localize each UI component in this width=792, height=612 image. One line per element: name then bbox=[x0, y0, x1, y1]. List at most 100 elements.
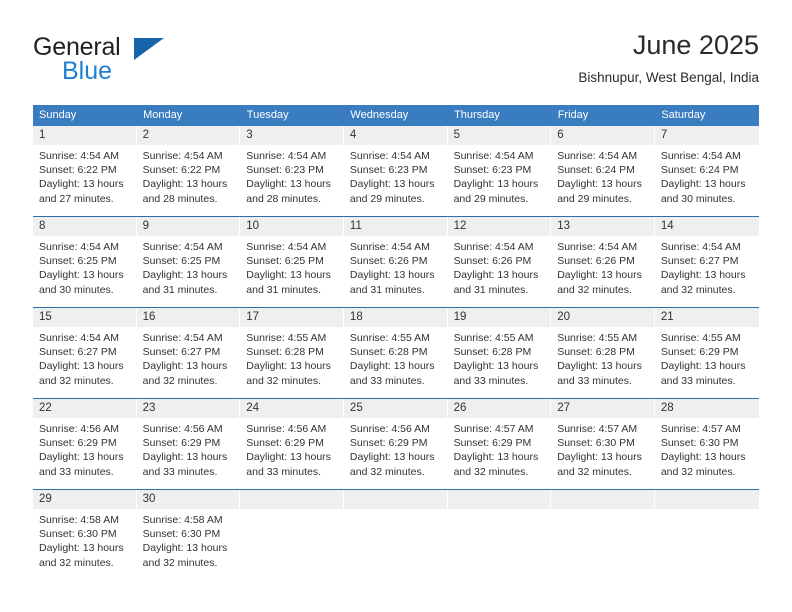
day-cell-content: 1 Sunrise: 4:54 AM Sunset: 6:22 PM Daylight… bbox=[33, 126, 137, 216]
calendar-day-cell[interactable]: 26 Sunrise: 4:57 AM Sunset: 6:29 PM Dayligh… bbox=[447, 398, 552, 490]
day-number: 18 bbox=[343, 308, 448, 327]
day-number: 10 bbox=[240, 217, 344, 236]
day-cell-content: 3 Sunrise: 4:54 AM Sunset: 6:23 PM Daylight… bbox=[240, 126, 344, 216]
day-number: 1 bbox=[33, 126, 137, 145]
calendar-day-cell[interactable] bbox=[551, 489, 655, 580]
sunrise-time: Sunrise: 4:55 AM bbox=[660, 332, 741, 344]
day-cell-content: 22 Sunrise: 4:56 AM Sunset: 6:29 PM Dayligh… bbox=[33, 399, 137, 489]
day-number: 29 bbox=[33, 490, 137, 509]
sunrise-time: Sunrise: 4:58 AM bbox=[39, 514, 119, 526]
day-cell-content: 27 Sunrise: 4:57 AM Sunset: 6:30 PM Dayligh… bbox=[551, 399, 655, 489]
daylight-duration-line1: Daylight: 13 hours bbox=[246, 451, 331, 464]
calendar-day-cell[interactable] bbox=[343, 489, 448, 580]
day-cell-content: 19 Sunrise: 4:55 AM Sunset: 6:28 PM Dayligh… bbox=[447, 308, 552, 398]
day-number: 2 bbox=[136, 126, 241, 145]
daylight-duration-line2: and 32 minutes. bbox=[142, 556, 218, 569]
daylight-duration-line1: Daylight: 13 hours bbox=[142, 269, 228, 282]
calendar-day-cell[interactable]: 6 Sunrise: 4:54 AM Sunset: 6:24 PM Daylight… bbox=[551, 126, 655, 217]
sunrise-time: Sunrise: 4:54 AM bbox=[453, 150, 534, 162]
calendar-day-cell[interactable]: 24 Sunrise: 4:56 AM Sunset: 6:29 PM Dayligh… bbox=[240, 398, 344, 490]
daylight-duration-line1: Daylight: 13 hours bbox=[39, 451, 124, 464]
calendar-day-cell[interactable]: 28 Sunrise: 4:57 AM Sunset: 6:30 PM Dayligh… bbox=[654, 398, 759, 490]
calendar-day-cell[interactable]: 16 Sunrise: 4:54 AM Sunset: 6:27 PM Dayligh… bbox=[136, 307, 241, 399]
calendar-day-cell[interactable]: 7 Sunrise: 4:54 AM Sunset: 6:24 PM Daylight… bbox=[654, 126, 759, 217]
daylight-duration-line2: and 30 minutes. bbox=[39, 283, 114, 296]
day-cell-content: 10 Sunrise: 4:54 AM Sunset: 6:25 PM Dayligh… bbox=[240, 217, 344, 307]
calendar-day-cell[interactable]: 30 Sunrise: 4:58 AM Sunset: 6:30 PM Dayligh… bbox=[136, 489, 241, 580]
calendar-day-cell[interactable]: 25 Sunrise: 4:56 AM Sunset: 6:29 PM Dayligh… bbox=[343, 398, 448, 490]
day-cell-content bbox=[654, 490, 759, 580]
calendar-day-cell[interactable]: 12 Sunrise: 4:54 AM Sunset: 6:26 PM Dayligh… bbox=[447, 216, 552, 308]
sunrise-time: Sunrise: 4:54 AM bbox=[39, 150, 119, 162]
daylight-duration-line1: Daylight: 13 hours bbox=[660, 451, 746, 464]
daylight-duration-line2: and 29 minutes. bbox=[349, 192, 425, 205]
calendar-day-cell[interactable]: 11 Sunrise: 4:54 AM Sunset: 6:26 PM Dayligh… bbox=[343, 216, 448, 308]
calendar-body: 1 Sunrise: 4:54 AM Sunset: 6:22 PM Daylight… bbox=[33, 126, 759, 580]
day-number: 3 bbox=[240, 126, 344, 145]
day-details: Sunrise: 4:55 AM Sunset: 6:28 PM Daylight:… bbox=[448, 327, 552, 388]
calendar-day-cell[interactable] bbox=[654, 489, 759, 580]
daylight-duration-line1: Daylight: 13 hours bbox=[453, 269, 539, 282]
calendar-day-cell[interactable]: 23 Sunrise: 4:56 AM Sunset: 6:29 PM Dayligh… bbox=[136, 398, 241, 490]
calendar-day-cell[interactable]: 14 Sunrise: 4:54 AM Sunset: 6:27 PM Dayligh… bbox=[654, 216, 759, 308]
general-blue-logo[interactable]: General Blue bbox=[33, 34, 233, 90]
daylight-duration-line1: Daylight: 13 hours bbox=[453, 360, 539, 373]
sunset-time: Sunset: 6:30 PM bbox=[660, 437, 739, 450]
daylight-duration-line1: Daylight: 13 hours bbox=[246, 178, 331, 191]
day-number bbox=[654, 490, 759, 509]
daylight-duration-line2: and 29 minutes. bbox=[453, 192, 529, 205]
logo-text-blue: Blue bbox=[62, 57, 113, 85]
sunrise-time: Sunrise: 4:54 AM bbox=[142, 241, 223, 253]
daylight-duration-line2: and 31 minutes. bbox=[246, 283, 321, 296]
daylight-duration-line2: and 31 minutes. bbox=[453, 283, 529, 296]
day-number: 4 bbox=[343, 126, 448, 145]
calendar-day-cell[interactable]: 19 Sunrise: 4:55 AM Sunset: 6:28 PM Dayligh… bbox=[447, 307, 552, 399]
calendar-day-cell[interactable]: 4 Sunrise: 4:54 AM Sunset: 6:23 PM Daylight… bbox=[343, 126, 448, 217]
sunset-time: Sunset: 6:23 PM bbox=[453, 164, 532, 177]
calendar-day-cell[interactable]: 17 Sunrise: 4:55 AM Sunset: 6:28 PM Dayligh… bbox=[240, 307, 344, 399]
calendar-day-cell[interactable]: 18 Sunrise: 4:55 AM Sunset: 6:28 PM Dayligh… bbox=[343, 307, 448, 399]
day-details: Sunrise: 4:54 AM Sunset: 6:26 PM Daylight:… bbox=[448, 236, 552, 297]
day-cell-content: 6 Sunrise: 4:54 AM Sunset: 6:24 PM Daylight… bbox=[551, 126, 655, 216]
calendar-day-cell[interactable]: 3 Sunrise: 4:54 AM Sunset: 6:23 PM Daylight… bbox=[240, 126, 344, 217]
daylight-duration-line2: and 32 minutes. bbox=[660, 283, 736, 296]
sunset-time: Sunset: 6:23 PM bbox=[246, 164, 324, 177]
weekday-header-monday: Monday bbox=[136, 105, 241, 126]
daylight-duration-line2: and 32 minutes. bbox=[453, 465, 529, 478]
daylight-duration-line2: and 32 minutes. bbox=[349, 465, 425, 478]
calendar-day-cell[interactable]: 13 Sunrise: 4:54 AM Sunset: 6:26 PM Dayligh… bbox=[551, 216, 655, 308]
sunset-time: Sunset: 6:23 PM bbox=[349, 164, 428, 177]
calendar-day-cell[interactable] bbox=[240, 489, 344, 580]
weekday-header-tuesday: Tuesday bbox=[240, 105, 345, 126]
sunset-time: Sunset: 6:29 PM bbox=[660, 346, 739, 359]
calendar-day-cell[interactable]: 29 Sunrise: 4:58 AM Sunset: 6:30 PM Dayligh… bbox=[33, 489, 137, 580]
day-number: 21 bbox=[654, 308, 759, 327]
sunrise-time: Sunrise: 4:56 AM bbox=[246, 423, 327, 435]
calendar-week-row: 8 Sunrise: 4:54 AM Sunset: 6:25 PM Daylight… bbox=[33, 216, 759, 308]
calendar-day-cell[interactable]: 8 Sunrise: 4:54 AM Sunset: 6:25 PM Daylight… bbox=[33, 216, 137, 308]
calendar-day-cell[interactable]: 20 Sunrise: 4:55 AM Sunset: 6:28 PM Dayligh… bbox=[551, 307, 655, 399]
sunset-time: Sunset: 6:28 PM bbox=[349, 346, 428, 359]
calendar-day-cell[interactable]: 2 Sunrise: 4:54 AM Sunset: 6:22 PM Daylight… bbox=[136, 126, 241, 217]
day-number: 25 bbox=[343, 399, 448, 418]
day-number: 22 bbox=[33, 399, 137, 418]
calendar-day-cell[interactable]: 27 Sunrise: 4:57 AM Sunset: 6:30 PM Dayligh… bbox=[551, 398, 655, 490]
sunrise-time: Sunrise: 4:54 AM bbox=[39, 332, 119, 344]
day-details: Sunrise: 4:54 AM Sunset: 6:22 PM Daylight:… bbox=[33, 145, 137, 206]
calendar-day-cell[interactable]: 15 Sunrise: 4:54 AM Sunset: 6:27 PM Dayligh… bbox=[33, 307, 137, 399]
sunrise-time: Sunrise: 4:54 AM bbox=[557, 150, 638, 162]
daylight-duration-line2: and 32 minutes. bbox=[39, 374, 114, 387]
calendar-day-cell[interactable]: 21 Sunrise: 4:55 AM Sunset: 6:29 PM Dayligh… bbox=[654, 307, 759, 399]
day-number bbox=[343, 490, 448, 509]
calendar-day-cell[interactable]: 10 Sunrise: 4:54 AM Sunset: 6:25 PM Dayligh… bbox=[240, 216, 344, 308]
calendar-day-cell[interactable]: 1 Sunrise: 4:54 AM Sunset: 6:22 PM Daylight… bbox=[33, 126, 137, 217]
calendar-day-cell[interactable] bbox=[447, 489, 552, 580]
daylight-duration-line1: Daylight: 13 hours bbox=[142, 542, 228, 555]
daylight-duration-line2: and 33 minutes. bbox=[349, 374, 425, 387]
sunrise-time: Sunrise: 4:55 AM bbox=[557, 332, 638, 344]
calendar-day-cell[interactable]: 9 Sunrise: 4:54 AM Sunset: 6:25 PM Daylight… bbox=[136, 216, 241, 308]
calendar-day-cell[interactable]: 5 Sunrise: 4:54 AM Sunset: 6:23 PM Daylight… bbox=[447, 126, 552, 217]
calendar-day-cell[interactable]: 22 Sunrise: 4:56 AM Sunset: 6:29 PM Dayligh… bbox=[33, 398, 137, 490]
day-cell-content: 21 Sunrise: 4:55 AM Sunset: 6:29 PM Dayligh… bbox=[654, 308, 759, 398]
sunset-time: Sunset: 6:28 PM bbox=[246, 346, 324, 359]
